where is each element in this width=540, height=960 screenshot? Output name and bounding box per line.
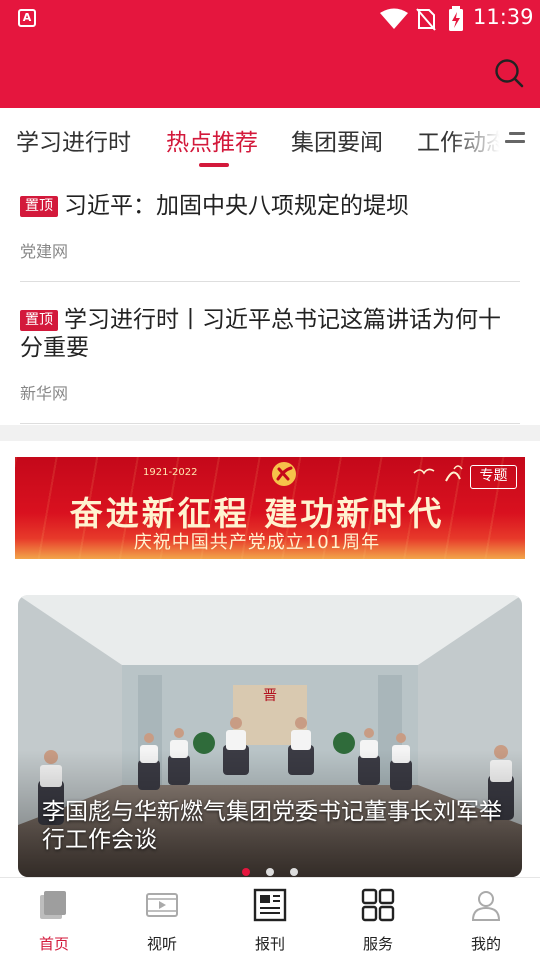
pinned-badge: 置顶 <box>20 196 58 217</box>
topic-tag: 专题 <box>470 465 517 489</box>
divider <box>20 423 520 424</box>
tab-group-news[interactable]: 集团要闻 <box>291 123 383 157</box>
app-notification-icon: A <box>18 9 36 27</box>
section-separator <box>0 425 540 441</box>
list-item[interactable]: 置顶 习近平：加固中央八项规定的堤坝 党建网 <box>20 192 520 264</box>
nav-label: 我的 <box>470 935 501 953</box>
news-title: 置顶 习近平：加固中央八项规定的堤坝 <box>20 192 520 220</box>
special-topic-banner[interactable]: 1921-2022 奋进新征程 建功新时代 庆祝中国共产党成立101周年 专题 <box>15 457 525 559</box>
nav-label: 首页 <box>38 935 69 953</box>
nav-video[interactable]: 视听 <box>108 878 216 960</box>
video-icon <box>146 893 178 917</box>
services-grid-icon <box>361 888 395 922</box>
status-bar: A 11:39 <box>0 0 540 36</box>
tab-hot-recommend[interactable]: 热点推荐 <box>166 123 258 157</box>
news-source: 党建网 <box>20 242 69 261</box>
newspaper-icon <box>253 888 287 922</box>
bottom-navigation: 首页 视听 报刊 服务 我的 <box>0 877 540 960</box>
no-sim-icon <box>416 8 436 31</box>
nav-newspaper[interactable]: 报刊 <box>216 878 324 960</box>
nav-services[interactable]: 服务 <box>324 878 432 960</box>
featured-news-caption: 李国彪与华新燃气集团党委书记董事长刘军举行工作会谈 <box>42 799 502 853</box>
menu-icon[interactable] <box>505 128 529 148</box>
nav-home[interactable]: 首页 <box>0 878 108 960</box>
carousel-indicator <box>242 868 298 876</box>
profile-icon <box>471 891 501 921</box>
battery-charging-icon <box>449 6 463 31</box>
search-icon[interactable] <box>492 56 526 90</box>
banner-years: 1921-2022 <box>143 467 198 478</box>
nav-profile[interactable]: 我的 <box>432 878 540 960</box>
banner-subtitle: 庆祝中国共产党成立101周年 <box>133 532 381 553</box>
news-source: 新华网 <box>20 384 69 403</box>
party-emblem-icon <box>272 462 296 486</box>
pinned-badge: 置顶 <box>20 310 58 331</box>
news-title: 置顶 学习进行时丨习近平总书记这篇讲话为何十分重要 <box>20 306 520 362</box>
featured-news-card[interactable]: 晋 <box>18 595 522 877</box>
home-icon <box>40 891 66 919</box>
divider <box>20 281 520 282</box>
app-header: A 11:39 <box>0 0 540 108</box>
nav-label: 服务 <box>362 935 393 953</box>
wifi-icon <box>380 8 408 29</box>
list-item[interactable]: 置顶 学习进行时丨习近平总书记这篇讲话为何十分重要 新华网 <box>20 306 520 406</box>
tab-study[interactable]: 学习进行时 <box>16 123 131 157</box>
nav-label: 视听 <box>146 935 177 953</box>
status-time: 11:39 <box>473 5 534 29</box>
nav-label: 报刊 <box>254 935 285 953</box>
news-title-text: 习近平：加固中央八项规定的堤坝 <box>64 193 409 219</box>
active-tab-indicator <box>199 163 229 167</box>
news-title-text: 学习进行时丨习近平总书记这篇讲话为何十分重要 <box>20 307 501 361</box>
